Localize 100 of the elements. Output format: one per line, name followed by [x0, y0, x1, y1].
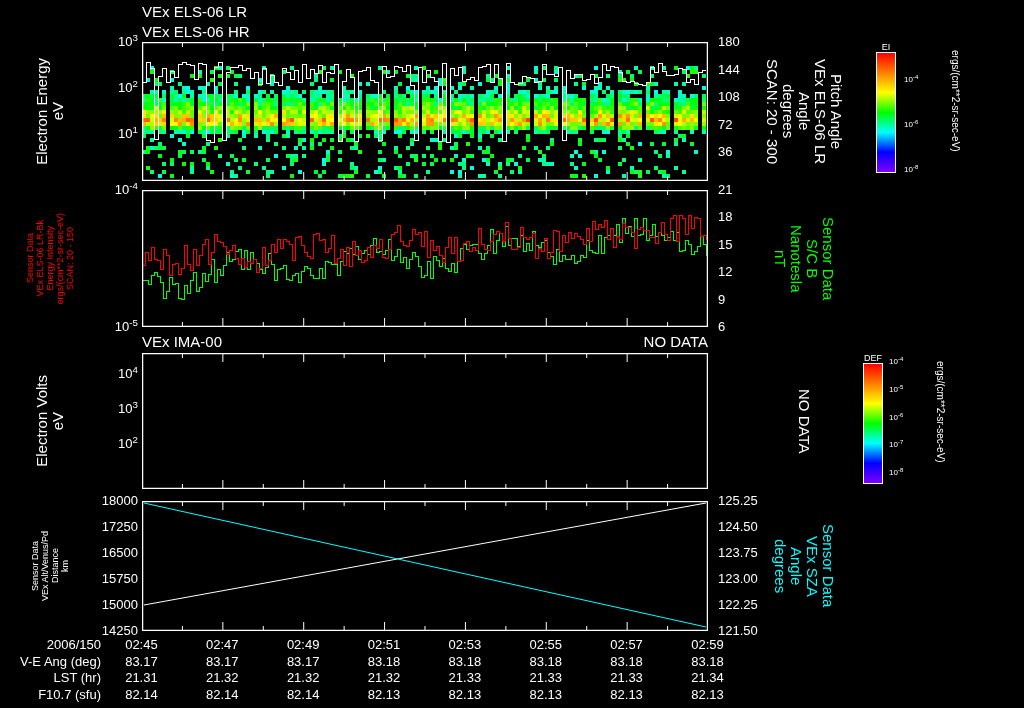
table-cell-text: 82.13	[447, 686, 483, 703]
axis-label: km	[60, 560, 70, 572]
axis-tick-label: 9	[718, 291, 726, 307]
axis-label: Electron Energy	[34, 58, 50, 165]
axis-tick-label: 144	[718, 61, 740, 77]
axis-label: SCAN: 20 - 300	[764, 58, 780, 165]
table-cell-text: 02:51	[366, 637, 402, 654]
axis-label: Electron Volts	[34, 375, 50, 467]
table-cell-text: 02:45	[124, 637, 159, 654]
axis-tick-label: 10$^{4}$	[118, 366, 138, 381]
axis-tick-label: 10$^{2}$	[118, 436, 138, 451]
axis-tick-label: 18	[718, 209, 733, 225]
axis-tick-label: 10$^{3}$	[118, 401, 138, 416]
table-cell-text: 02:59	[690, 637, 725, 654]
axis-label: VEx Alt/Venus/Pd	[40, 530, 50, 601]
panel-title: VEx IMA-00	[142, 332, 223, 353]
axis-tick-label: 180	[718, 34, 740, 49]
axis-tick-label: 124.50	[718, 519, 758, 534]
colorbar-tick-label: 10$^{-8}$	[889, 468, 904, 477]
axis-label: nT	[772, 249, 788, 268]
axis-tick-label: 17250	[101, 519, 138, 534]
axis-label: degrees	[780, 84, 796, 139]
axis-tick-label: 15	[718, 236, 733, 252]
axis-label: VEx SZA	[804, 535, 820, 597]
axis-tick-label: 12	[718, 264, 733, 280]
table-cell-text: 83.18	[447, 653, 483, 670]
axis-label: VEx ELS-06 LR-Bk	[35, 220, 45, 297]
axis-label: VEx ELS-06 LR	[812, 58, 828, 165]
table-cell-text: 02:49	[285, 637, 321, 654]
table-cell-text: 83.18	[690, 653, 725, 670]
table-cell-text: 21.33	[609, 670, 644, 687]
axis-tick-label: 15750	[101, 571, 138, 586]
plot-title: VEx ELS-06 LR	[142, 2, 248, 22]
axis-label: S/C B	[804, 238, 820, 279]
axis-tick-label: 125.25	[718, 493, 758, 508]
axis-tick-label: 16500	[101, 545, 138, 560]
axis-tick-label: 72	[718, 116, 733, 132]
axis-label: Sensor Data	[25, 233, 35, 284]
colorbar-units: ergs/(cm**2-sr-sec-eV)	[949, 50, 963, 152]
axis-label: Sensor Data	[820, 524, 836, 608]
colorbar-title: EI	[881, 42, 891, 52]
table-cell-text: 83.18	[528, 653, 563, 670]
table-cell-text: 82.14	[285, 686, 321, 703]
axis-label: eV	[50, 411, 66, 431]
axis-tick-label: 108	[718, 89, 740, 105]
table-cell-text: 83.18	[609, 653, 644, 670]
colorbar-tick-label: 10$^{-4}$	[904, 75, 919, 84]
colorbar-tick-label: 10$^{-4}$	[889, 357, 904, 366]
table-cell-text: 21.33	[528, 670, 563, 687]
axis-tick-label: 121.50	[718, 623, 758, 638]
axis-tick-label: 10$^{-5}$	[114, 319, 138, 334]
axis-label: Nanotesla	[788, 224, 804, 293]
table-cell-text: 82.13	[690, 686, 725, 703]
table-cell-text: 21.32	[285, 670, 321, 687]
colorbar-tick-label: 10$^{-7}$	[889, 440, 904, 450]
row-label: V-E Ang (deg)	[19, 653, 101, 670]
table-cell-text: 21.32	[205, 670, 240, 687]
row-label: F10.7 (sfu)	[37, 686, 101, 703]
axis-tick-label: 6	[718, 318, 726, 334]
axis-label: ergs/(cm**2-sr-sec-eV)	[55, 212, 65, 305]
row-label: LST (hr)	[52, 670, 101, 687]
table-cell-text: 21.33	[447, 670, 483, 687]
colorbar-tick-label: 10$^{-5}$	[889, 384, 904, 394]
axis-label: NO DATA	[796, 388, 812, 454]
axis-label: Angle	[788, 546, 804, 586]
axis-label: Pitch Angle	[828, 73, 844, 150]
axis-tick-label: 10$^{3}$	[118, 34, 138, 49]
axis-tick-label: 21	[718, 182, 733, 197]
axis-label: Sensor Data	[30, 541, 40, 591]
axis-tick-label: 14250	[101, 623, 138, 638]
axis-tick-label: 18000	[101, 493, 138, 508]
axis-tick-label: 36	[718, 144, 733, 160]
table-cell-text: 02:47	[205, 637, 240, 654]
plot-title: VEx ELS-06 HR	[142, 22, 250, 42]
table-cell-text: 82.13	[609, 686, 644, 703]
axis-tick-label: 10$^{1}$	[118, 126, 138, 141]
axis-tick-label: 15000	[101, 597, 138, 612]
table-cell-text: 82.13	[528, 686, 563, 703]
table-cell-text: 82.13	[366, 686, 402, 703]
colorbar-tick-label: 10$^{-6}$	[889, 412, 904, 422]
table-cell-text: 83.18	[366, 653, 402, 670]
axis-label: SCAN: 20 - 150	[65, 227, 75, 290]
axis-label: Angle	[796, 92, 812, 131]
axis-tick-label: 123.75	[718, 545, 758, 560]
table-cell-text: 02:53	[447, 637, 483, 654]
axis-label: Energy Intensity	[45, 226, 55, 291]
axis-tick-label: 122.25	[718, 597, 758, 612]
table-cell-text: 02:55	[528, 637, 563, 654]
table-cell-text: 83.17	[285, 653, 321, 670]
table-cell-text: 82.14	[124, 686, 159, 703]
axis-label: degrees	[772, 538, 788, 594]
table-cell-text: 83.17	[205, 653, 240, 670]
colorbar-title: DEF	[864, 353, 882, 363]
axis-tick-label: 10$^{-4}$	[114, 182, 138, 197]
table-cell-text: 02:57	[609, 637, 644, 654]
axis-label: Sensor Data	[820, 216, 836, 301]
status-text: NO DATA	[643, 332, 708, 353]
colorbar-tick-label: 10$^{-8}$	[904, 165, 919, 174]
axis-tick-label: 10$^{2}$	[118, 80, 138, 95]
colorbar-tick-label: 10$^{-6}$	[904, 120, 919, 129]
